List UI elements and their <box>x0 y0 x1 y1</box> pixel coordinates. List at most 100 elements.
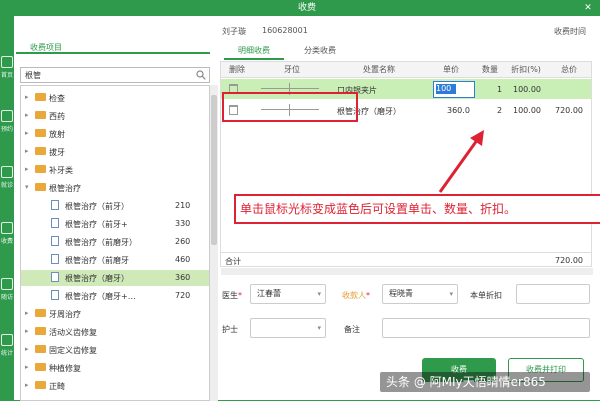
item-qty[interactable]: 2 <box>497 106 502 115</box>
rail-nav-icon[interactable] <box>1 166 13 178</box>
tree-item[interactable]: ▸ 牙周治疗 <box>21 306 209 322</box>
tree-item-label: 牙周治疗 <box>49 310 81 319</box>
tooth-chart-icon[interactable] <box>261 88 319 89</box>
chevron-right-icon[interactable]: ▸ <box>25 147 29 155</box>
document-icon <box>51 218 59 228</box>
chevron-right-icon[interactable]: ▸ <box>25 345 29 353</box>
tree-item[interactable]: 根管治疗（前牙） 210 <box>21 198 209 214</box>
tree-item-label: 正畸 <box>49 382 65 391</box>
tree-item[interactable]: 根管治疗（前磨牙） 260 <box>21 234 209 250</box>
chevron-right-icon[interactable]: ▸ <box>25 381 29 389</box>
tree-item[interactable]: ▸ 正畸 <box>21 378 209 394</box>
discount-label: 本单折扣 <box>470 291 502 300</box>
doctor-select[interactable]: 江春蕾 ▾ <box>250 284 326 304</box>
scrollbar-thumb[interactable] <box>211 95 217 245</box>
cashier-select[interactable]: 程晓青 ▾ <box>382 284 458 304</box>
close-icon[interactable]: ✕ <box>582 0 594 16</box>
tree-item[interactable]: 根管治疗（前磨牙 460 <box>21 252 209 268</box>
tree-item[interactable]: ▸ 种植修复 <box>21 360 209 376</box>
tree-item[interactable]: ▸ 补牙类 <box>21 162 209 178</box>
patient-id: 160628001 <box>262 26 308 35</box>
tree-item[interactable]: ▸ 放射 <box>21 126 209 142</box>
tree-item-label: 根管治疗（前牙） <box>65 202 129 211</box>
tree-item-label: 根管治疗 <box>49 184 81 193</box>
item-total: 720.00 <box>555 106 583 115</box>
rail-nav-label[interactable]: 首页 <box>0 70 14 79</box>
chevron-right-icon[interactable]: ▸ <box>25 111 29 119</box>
app-sidebar: 首页预约就诊收费随访统计 <box>0 0 14 400</box>
col-header-price: 单价 <box>427 62 475 78</box>
price-input[interactable]: 100 <box>433 81 475 98</box>
rail-nav-icon[interactable] <box>1 222 13 234</box>
table-total-row: 合计 720.00 <box>221 252 591 266</box>
remark-input[interactable] <box>382 318 590 338</box>
item-discount[interactable]: 100.00 <box>513 85 541 94</box>
chevron-right-icon[interactable]: ▸ <box>25 93 29 101</box>
col-header-qty: 数量 <box>475 62 505 78</box>
rail-nav-label[interactable]: 预约 <box>0 124 14 133</box>
tree-item-label: 补牙类 <box>49 166 73 175</box>
nurse-label: 护士 <box>222 325 238 334</box>
chevron-right-icon[interactable]: ▸ <box>25 165 29 173</box>
rail-nav-label[interactable]: 收费 <box>0 236 14 245</box>
rail-nav-icon[interactable] <box>1 278 13 290</box>
tree-item[interactable]: 根管治疗（前牙+ 330 <box>21 216 209 232</box>
rail-nav-icon[interactable] <box>1 334 13 346</box>
folder-icon <box>35 363 46 371</box>
tree-item-price: 720 <box>175 291 191 300</box>
required-mark: * <box>238 291 242 300</box>
tree-item-label: 活动义齿修复 <box>49 328 97 337</box>
chevron-right-icon[interactable]: ▸ <box>25 363 29 371</box>
search-value: 根管 <box>25 71 41 80</box>
tab-detail-charge[interactable]: 明细收费 <box>224 44 284 60</box>
tree-item-label: 根管治疗（前牙+ <box>65 220 128 229</box>
tree-item-price: 210 <box>175 201 191 210</box>
col-header-delete: 删除 <box>221 62 253 78</box>
search-input[interactable]: 根管 <box>20 67 210 83</box>
tree-item[interactable]: 根管治疗（磨牙+… 720 <box>21 288 209 304</box>
tree-item[interactable]: ▸ 拔牙 <box>21 144 209 160</box>
chevron-down-icon[interactable]: ▾ <box>25 183 29 191</box>
item-discount[interactable]: 100.00 <box>513 106 541 115</box>
rail-nav-label[interactable]: 统计 <box>0 348 14 357</box>
discount-input[interactable] <box>516 284 590 304</box>
tree-item[interactable]: ▸ 检查 <box>21 90 209 106</box>
tab-category-charge[interactable]: 分类收费 <box>290 44 350 58</box>
tree-item[interactable]: ▸ 固定义齿修复 <box>21 342 209 358</box>
tree-item[interactable]: 根管治疗（磨牙） 360 <box>21 270 209 286</box>
rail-nav-icon[interactable] <box>1 110 13 122</box>
folder-icon <box>35 183 46 191</box>
folder-icon <box>35 129 46 137</box>
chevron-right-icon[interactable]: ▸ <box>25 129 29 137</box>
chevron-down-icon: ▾ <box>317 324 321 332</box>
tree-scrollbar[interactable] <box>210 85 218 401</box>
folder-icon <box>35 111 46 119</box>
tree-item[interactable]: ▾ 根管治疗 <box>21 180 209 196</box>
item-price[interactable]: 360.0 <box>447 106 470 115</box>
doctor-label: 医生* <box>222 290 242 301</box>
annotation-text: 单击鼠标光标变成蓝色后可设置单击、数量、折扣。 <box>234 194 600 224</box>
search-icon[interactable] <box>196 70 206 80</box>
tree-item[interactable]: ▸ 西药 <box>21 108 209 124</box>
remark-label: 备注 <box>344 325 360 334</box>
tree-item-price: 360 <box>175 273 191 282</box>
rail-nav-label[interactable]: 就诊 <box>0 180 14 189</box>
rail-nav-label[interactable]: 随访 <box>0 292 14 301</box>
col-header-tooth: 牙位 <box>253 62 331 78</box>
table-scrollbar[interactable] <box>221 268 593 275</box>
item-qty[interactable]: 1 <box>497 85 502 94</box>
chevron-right-icon[interactable]: ▸ <box>25 327 29 335</box>
folder-icon <box>35 147 46 155</box>
chevron-down-icon: ▾ <box>449 290 453 298</box>
charge-items-title: 收费项目 <box>30 43 62 52</box>
price-input-value: 100 <box>436 84 456 94</box>
nurse-select[interactable]: ▾ <box>250 318 326 338</box>
doctor-label-text: 医生 <box>222 291 238 300</box>
tree-item[interactable]: ▸ 活动义齿修复 <box>21 324 209 340</box>
window-title: 收费 <box>14 0 600 16</box>
col-header-discount: 折扣(%) <box>505 62 547 78</box>
chevron-right-icon[interactable]: ▸ <box>25 309 29 317</box>
rail-nav-icon[interactable] <box>1 56 13 68</box>
col-header-name: 处置名称 <box>331 62 427 78</box>
total-label: 合计 <box>225 257 241 266</box>
